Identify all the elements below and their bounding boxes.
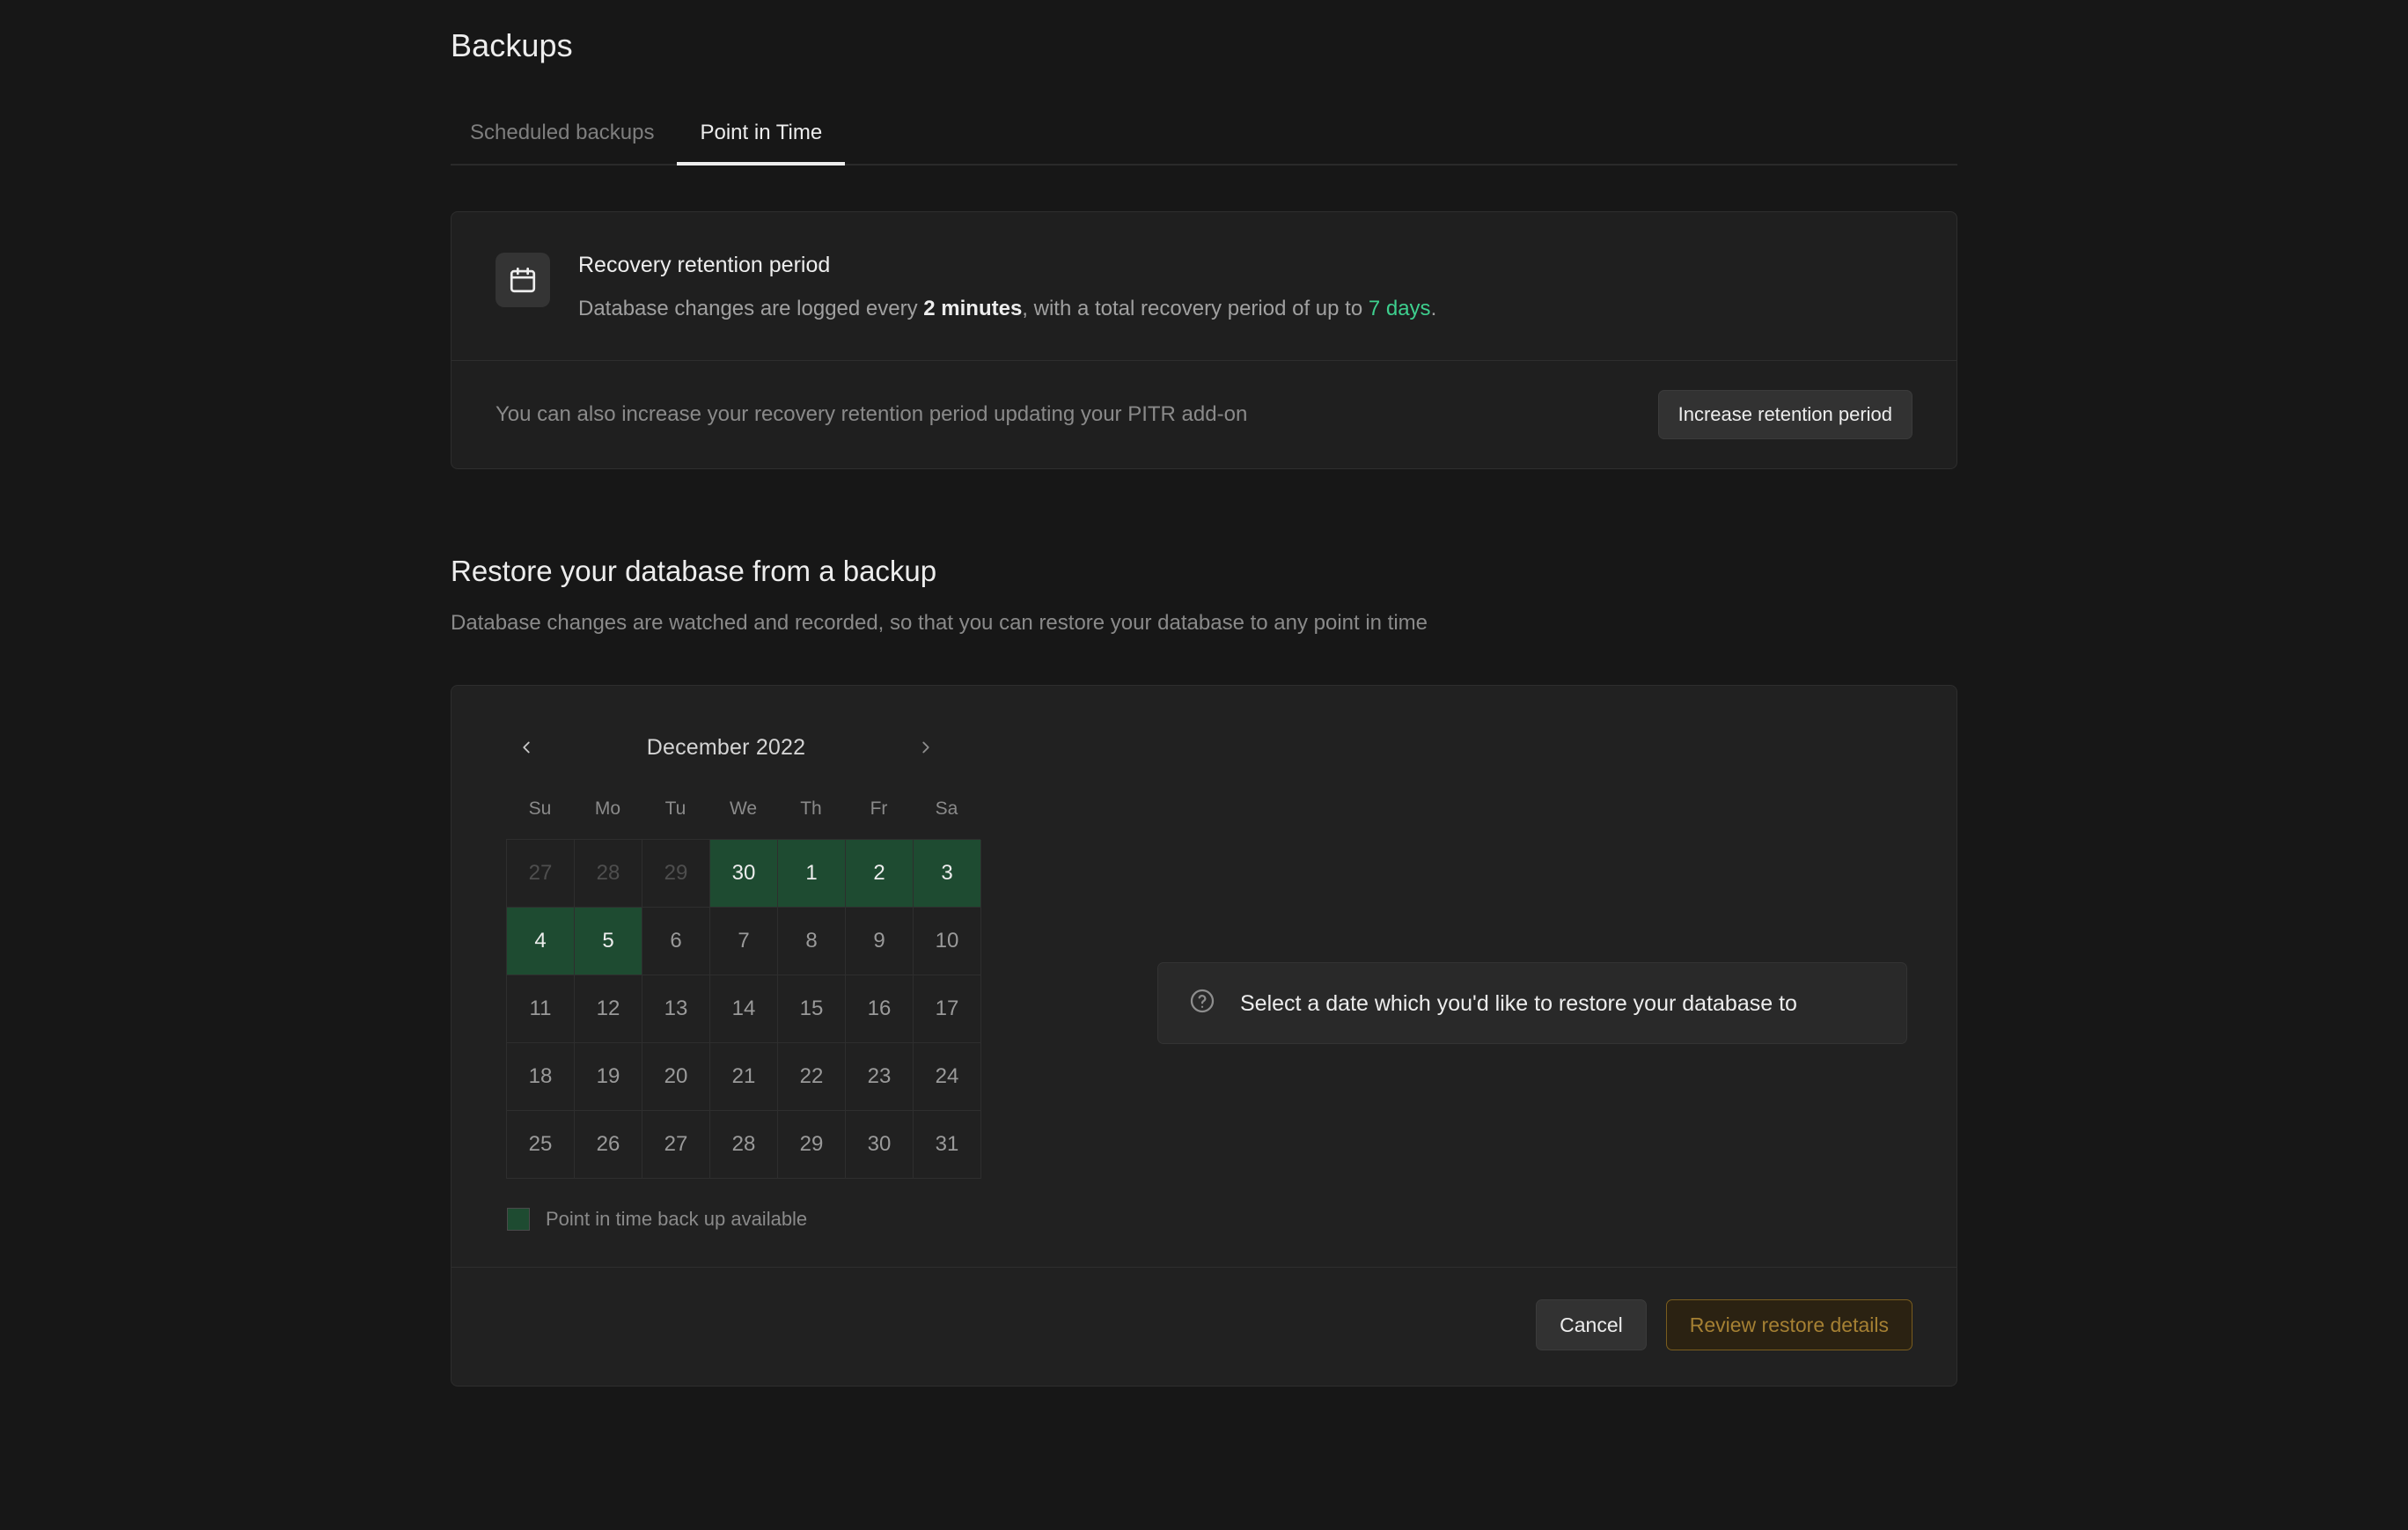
calendar-day-cell: 23 (846, 1043, 914, 1111)
tab-point-in-time[interactable]: Point in Time (677, 120, 845, 164)
recovery-retention-card: Recovery retention period Database chang… (451, 211, 1957, 469)
calendar-day-cell: 28 (710, 1111, 778, 1179)
calendar-legend: Point in time back up available (507, 1207, 980, 1232)
restore-section-heading: Restore your database from a backup (451, 553, 1957, 590)
restore-calendar: December 2022 Su Mo Tu We Th Fr Sa (452, 723, 980, 1232)
calendar-day-cell: 16 (846, 975, 914, 1043)
calendar-day-cell[interactable]: 2 (846, 840, 914, 908)
calendar-grid: 2728293012345678910111213141516171819202… (506, 839, 980, 1179)
restore-panel-body: December 2022 Su Mo Tu We Th Fr Sa (452, 686, 1956, 1267)
calendar-weekday-row: Su Mo Tu We Th Fr Sa (506, 797, 980, 821)
retention-period-value: 7 days (1369, 297, 1431, 320)
help-circle-icon (1188, 987, 1216, 1019)
weekday-label: Th (777, 797, 845, 821)
retention-desc-prefix: Database changes are logged every (578, 297, 923, 320)
tab-scheduled-backups[interactable]: Scheduled backups (451, 120, 677, 164)
select-date-info-text: Select a date which you'd like to restor… (1240, 989, 1797, 1018)
weekday-label: We (709, 797, 777, 821)
review-restore-details-button[interactable]: Review restore details (1666, 1299, 1912, 1350)
select-date-info-box: Select a date which you'd like to restor… (1157, 962, 1907, 1044)
weekday-label: Sa (913, 797, 980, 821)
calendar-day-cell: 28 (575, 840, 642, 908)
weekday-label: Mo (574, 797, 642, 821)
calendar-day-cell: 9 (846, 908, 914, 975)
calendar-day-cell: 24 (914, 1043, 981, 1111)
calendar-icon (496, 253, 550, 307)
calendar-day-cell[interactable]: 3 (914, 840, 981, 908)
calendar-day-cell[interactable]: 30 (710, 840, 778, 908)
page-title: Backups (451, 25, 1957, 67)
backups-page: Backups Scheduled backups Point in Time … (0, 0, 2408, 1530)
retention-upgrade-row: You can also increase your recovery rete… (452, 361, 1956, 468)
calendar-day-cell: 29 (642, 840, 710, 908)
calendar-day-cell: 13 (642, 975, 710, 1043)
retention-title: Recovery retention period (578, 251, 1436, 279)
calendar-day-cell: 14 (710, 975, 778, 1043)
calendar-day-cell: 6 (642, 908, 710, 975)
calendar-day-cell: 18 (507, 1043, 575, 1111)
calendar-day-cell: 20 (642, 1043, 710, 1111)
restore-info-area: Select a date which you'd like to restor… (980, 723, 1956, 1044)
weekday-label: Fr (845, 797, 913, 821)
retention-info-row: Recovery retention period Database chang… (452, 212, 1956, 361)
calendar-day-cell: 27 (642, 1111, 710, 1179)
cancel-button[interactable]: Cancel (1536, 1299, 1647, 1350)
calendar-header: December 2022 (506, 723, 946, 772)
weekday-label: Su (506, 797, 574, 821)
calendar-day-cell: 15 (778, 975, 846, 1043)
restore-panel: December 2022 Su Mo Tu We Th Fr Sa (451, 685, 1957, 1387)
calendar-day-cell: 10 (914, 908, 981, 975)
calendar-day-cell: 17 (914, 975, 981, 1043)
retention-desc-suffix: . (1431, 297, 1437, 320)
legend-label-available: Point in time back up available (546, 1207, 807, 1232)
restore-section-subheading: Database changes are watched and recorde… (451, 609, 1957, 637)
calendar-day-cell: 7 (710, 908, 778, 975)
retention-description: Database changes are logged every 2 minu… (578, 295, 1436, 323)
calendar-day-cell: 19 (575, 1043, 642, 1111)
calendar-day-cell[interactable]: 4 (507, 908, 575, 975)
calendar-day-cell: 27 (507, 840, 575, 908)
page-content: Backups Scheduled backups Point in Time … (451, 0, 1957, 1387)
chevron-right-icon[interactable] (906, 727, 946, 768)
calendar-day-cell: 31 (914, 1111, 981, 1179)
calendar-day-cell[interactable]: 1 (778, 840, 846, 908)
calendar-day-cell: 8 (778, 908, 846, 975)
retention-text-block: Recovery retention period Database chang… (578, 251, 1436, 323)
calendar-day-cell[interactable]: 5 (575, 908, 642, 975)
weekday-label: Tu (642, 797, 709, 821)
calendar-day-cell: 26 (575, 1111, 642, 1179)
calendar-day-cell: 12 (575, 975, 642, 1043)
calendar-day-cell: 21 (710, 1043, 778, 1111)
chevron-left-icon[interactable] (506, 727, 547, 768)
calendar-day-cell: 30 (846, 1111, 914, 1179)
legend-swatch-available (507, 1208, 530, 1231)
increase-retention-period-button[interactable]: Increase retention period (1658, 390, 1912, 439)
retention-interval-value: 2 minutes (923, 297, 1022, 320)
calendar-day-cell: 22 (778, 1043, 846, 1111)
tab-bar: Scheduled backups Point in Time (451, 111, 1957, 166)
calendar-day-cell: 25 (507, 1111, 575, 1179)
retention-upgrade-note: You can also increase your recovery rete… (496, 401, 1247, 429)
restore-panel-footer: Cancel Review restore details (452, 1267, 1956, 1386)
calendar-month-label: December 2022 (647, 735, 805, 761)
retention-desc-middle: , with a total recovery period of up to (1022, 297, 1369, 320)
calendar-day-cell: 11 (507, 975, 575, 1043)
calendar-day-cell: 29 (778, 1111, 846, 1179)
